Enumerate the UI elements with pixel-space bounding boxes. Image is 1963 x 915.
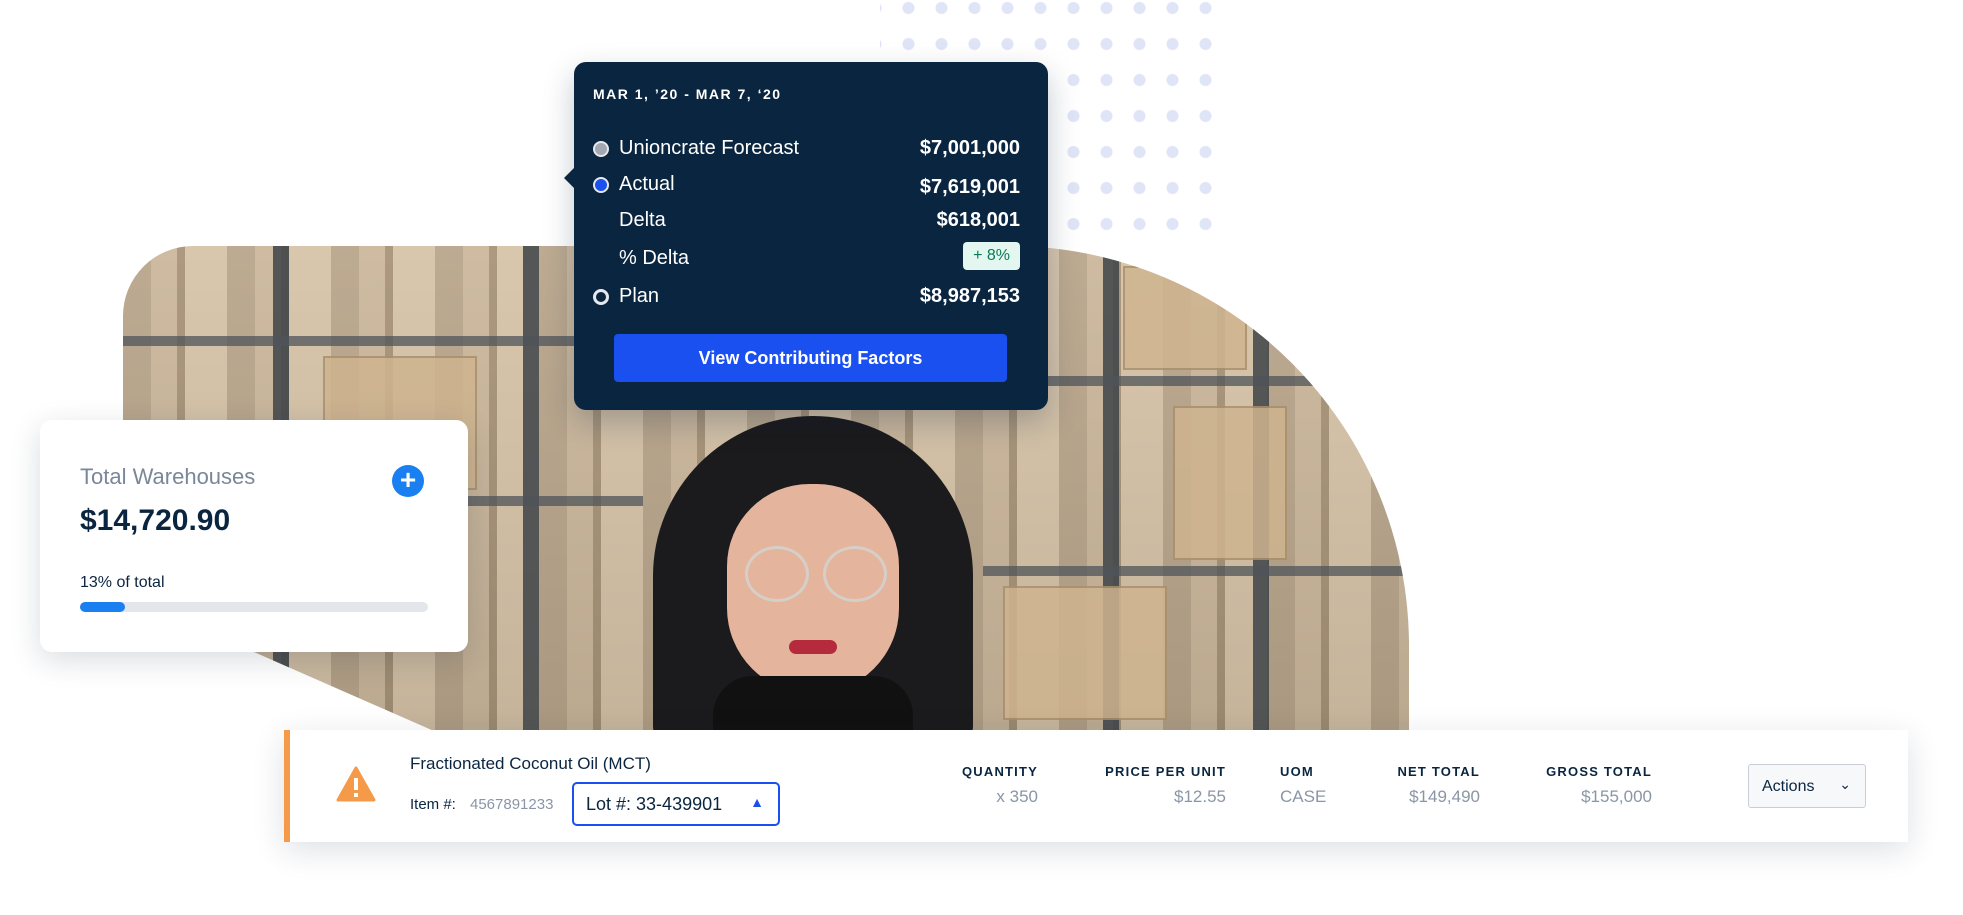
plus-circle-icon[interactable]: + (392, 465, 424, 497)
product-name: Fractionated Coconut Oil (MCT) (410, 754, 651, 773)
column-value: $155,000 (1581, 787, 1652, 806)
tooltip-pointer (564, 168, 574, 188)
column-header: PRICE PER UNIT (1105, 764, 1226, 779)
percent-delta-badge: + 8% (963, 242, 1020, 270)
actual-legend-dot (593, 177, 609, 193)
face (727, 484, 899, 694)
item-number-label: Item #: (410, 796, 456, 813)
net-total-column: NET TOTAL $149,490 (1370, 764, 1480, 807)
glasses-lens (823, 546, 887, 602)
inventory-item-row: Fractionated Coconut Oil (MCT) Item #: 4… (284, 730, 1908, 842)
cardboard-box (1003, 586, 1167, 720)
column-value: CASE (1280, 787, 1327, 806)
gross-total-column: GROSS TOTAL $155,000 (1520, 764, 1652, 807)
forecast-tooltip: MAR 1, ’20 - MAR 7, ‘20 Unioncrate Forec… (564, 62, 1048, 410)
chevron-up-icon: ▲ (750, 794, 764, 810)
tooltip-row-label: Unioncrate Forecast (619, 137, 800, 159)
column-header: GROSS TOTAL (1546, 764, 1652, 779)
actions-dropdown[interactable]: Actions ⌄ (1748, 764, 1866, 808)
lips (789, 640, 837, 654)
tooltip-row-value: $7,619,001 (919, 176, 1020, 198)
column-value: $12.55 (1174, 787, 1226, 806)
price-per-unit-column: PRICE PER UNIT $12.55 (1060, 764, 1226, 807)
card-title: Total Warehouses (80, 464, 256, 489)
tooltip-row-label: % Delta (619, 247, 690, 269)
tooltip-row-value: $618,001 (936, 209, 1020, 231)
lot-select-value: Lot #: 33-439901 (586, 794, 723, 814)
tooltip-date-range: MAR 1, ’20 - MAR 7, ‘20 (593, 86, 782, 102)
shelf-beam (983, 566, 1409, 576)
column-value: x 350 (996, 787, 1038, 806)
cardboard-box (1123, 266, 1247, 370)
lot-select[interactable]: Lot #: 33-439901 ▲ (572, 782, 780, 826)
chevron-down-icon: ⌄ (1839, 776, 1851, 792)
progress-bar-fill (80, 602, 126, 612)
tooltip-row-label: Actual (619, 173, 675, 195)
forecast-legend-dot (593, 141, 609, 157)
tooltip-row-percent-delta: % Delta + 8% (593, 242, 1020, 274)
warning-triangle-icon (336, 766, 376, 802)
tooltip-row-actual: Actual $7,619,001 (593, 170, 1020, 200)
shirt (713, 676, 913, 730)
item-number: 4567891233 (470, 796, 554, 813)
cardboard-box (1173, 406, 1287, 560)
shelf-beam (123, 336, 643, 346)
column-header: NET TOTAL (1397, 764, 1480, 779)
column-value: $149,490 (1409, 787, 1480, 806)
view-contributing-factors-button[interactable]: View Contributing Factors (614, 334, 1007, 382)
tooltip-row-forecast: Unioncrate Forecast $7,001,000 (593, 134, 1020, 164)
total-warehouses-card: Total Warehouses + $14,720.90 13% of tot… (40, 420, 468, 652)
shelf-post (523, 246, 539, 730)
column-header: QUANTITY (961, 764, 1038, 779)
tooltip-row-delta: Delta $618,001 (593, 206, 1020, 236)
tooltip-row-label: Delta (619, 209, 666, 231)
progress-bar (80, 602, 428, 612)
tooltip-row-label: Plan (619, 285, 660, 307)
glasses-lens (745, 546, 809, 602)
tooltip-row-plan: Plan $8,987,153 (593, 282, 1020, 312)
card-amount: $14,720.90 (80, 504, 231, 537)
plan-legend-dot (593, 289, 609, 305)
person-portrait (653, 406, 973, 730)
percent-of-total-label: 13% of total (80, 574, 165, 591)
tooltip-row-value: $7,001,000 (919, 137, 1020, 159)
column-header: UOM (1280, 764, 1314, 779)
quantity-column: QUANTITY x 350 (926, 764, 1038, 807)
actions-label: Actions (1762, 778, 1815, 795)
uom-column: UOM CASE (1280, 764, 1360, 807)
tooltip-row-value: $8,987,153 (919, 285, 1020, 307)
